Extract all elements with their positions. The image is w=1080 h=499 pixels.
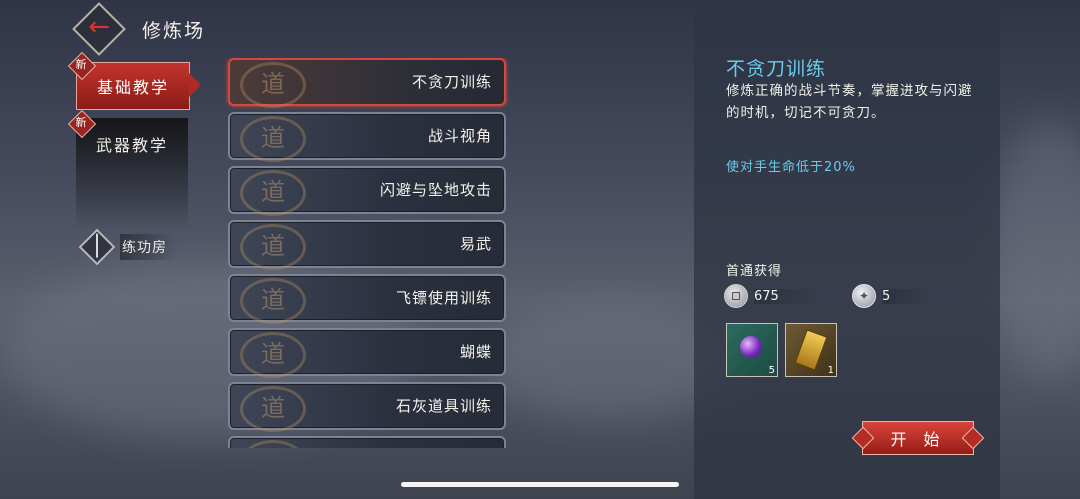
emblem-icon: 道 [240,224,306,270]
list-item[interactable]: 道 飞镖使用训练 [228,274,506,324]
practice-room-label: 练功房 [120,234,177,260]
emblem-icon: 道 [240,278,306,324]
list-item[interactable]: 道 不贪刀训练 [228,58,506,108]
detail-description: 修炼正确的战斗节奏，掌握进攻与闪避的时机，切记不可贪刀。 [726,83,973,121]
page-title: 修炼场 [142,20,206,42]
list-item[interactable]: 道 蝴蝶 [228,328,506,378]
emblem-icon: 道 [240,170,306,216]
list-item-label: 易武 [459,235,492,253]
training-list[interactable]: 道 不贪刀训练 道 战斗视角 道 闪避与坠地攻击 道 易武 道 飞镖使用训练 道… [224,58,514,448]
tab-label: 基础教学 [96,78,169,97]
tab-label: 武器教学 [95,136,168,155]
list-item-label: 不贪刀训练 [411,73,492,91]
reward-item-scroll[interactable]: 1 [785,323,837,377]
tab-basic-teaching[interactable]: 基础教学 [76,62,201,110]
item-count: 5 [768,365,775,376]
emblem-icon: 道 [240,440,306,448]
list-item[interactable]: 道 易武 [228,220,506,270]
emblem-icon: 道 [240,62,306,108]
list-item[interactable]: 道 闪避与坠地攻击 [228,166,506,216]
list-item-label: 飞镖使用训练 [395,289,492,307]
home-indicator[interactable] [401,482,679,487]
currency-coin: 675 [724,284,819,308]
list-item-label: 石灰道具训练 [395,397,492,415]
list-item-label: 战斗视角 [427,127,492,145]
reward-title: 首通获得 [726,264,783,279]
tab-weapon-teaching[interactable]: 武器教学 [76,118,188,228]
cloud [990,120,1080,380]
sword-icon [78,228,116,266]
reward-item-orb[interactable]: 5 [726,323,778,377]
emblem-icon: 道 [240,386,306,432]
list-item-label: 蝴蝶 [459,343,492,361]
back-arrow-icon: ← [88,12,110,42]
medal-icon: ✦ [852,284,876,308]
list-item[interactable]: 道 战斗视角 [228,112,506,162]
start-button[interactable]: 开 始 [862,421,974,455]
currency-value: 675 [754,288,819,304]
purple-orb-icon [740,336,762,358]
currency-value: 5 [882,288,931,304]
coin-icon [724,284,748,308]
list-item[interactable]: 道 [228,436,506,448]
new-badge-text: 新 [75,116,87,129]
list-item[interactable]: 道 石灰道具训练 [228,382,506,432]
item-count: 1 [827,365,834,376]
list-item-label: 闪避与坠地攻击 [379,181,492,199]
detail-title: 不贪刀训练 [726,58,827,80]
emblem-icon: 道 [240,332,306,378]
currency-medal: ✦ 5 [852,284,931,308]
emblem-icon: 道 [240,116,306,162]
golden-scroll-icon [794,329,828,371]
start-button-label: 开 始 [890,430,946,449]
practice-room-button[interactable]: 练功房 [78,228,177,266]
detail-condition: 使对手生命低于20% [726,160,856,175]
new-badge-text: 新 [75,58,87,71]
